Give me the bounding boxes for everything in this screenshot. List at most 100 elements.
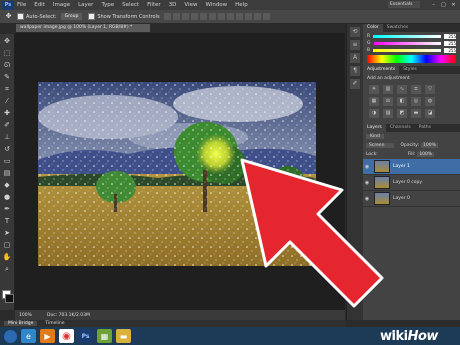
properties-icon[interactable]: ≡ [350, 40, 360, 50]
color-slider-b[interactable]: B 255 [367, 47, 456, 53]
crop-tool-icon[interactable]: ⌗ [2, 84, 12, 94]
media-player-icon[interactable]: ▶ [40, 329, 55, 343]
align-left-icon[interactable] [190, 13, 198, 20]
hand-tool-icon[interactable]: ✋ [2, 252, 12, 262]
tab-swatches[interactable]: Swatches [383, 24, 413, 32]
distribute-middle-icon[interactable] [226, 13, 234, 20]
clone-stamp-tool-icon[interactable]: ⊥ [2, 132, 12, 142]
history-brush-tool-icon[interactable]: ↺ [2, 144, 12, 154]
hue-icon[interactable]: ▦ [369, 97, 379, 106]
move-tool-icon[interactable]: ✥ [2, 36, 12, 46]
tab-adjustments[interactable]: Adjustments [363, 66, 400, 74]
distribute-bottom-icon[interactable] [235, 13, 243, 20]
distribute-left-icon[interactable] [244, 13, 252, 20]
dodge-tool-icon[interactable]: ● [2, 192, 12, 202]
opacity-field[interactable]: 100% [420, 143, 438, 148]
gradient-map-icon[interactable]: ▬ [411, 109, 421, 118]
menu-help[interactable]: Help [235, 2, 248, 8]
posterize-icon[interactable]: ▨ [383, 109, 393, 118]
maximize-button[interactable]: □ [439, 1, 448, 9]
vibrance-icon[interactable]: ▽ [425, 85, 435, 94]
explorer-icon[interactable]: e [21, 329, 36, 343]
align-center-icon[interactable] [199, 13, 207, 20]
history-icon[interactable]: ⟲ [350, 27, 360, 37]
color-slider-g[interactable]: G 255 [367, 40, 456, 46]
brush-presets-icon[interactable]: ✐ [350, 79, 360, 89]
character-icon[interactable]: A [350, 53, 360, 63]
color-slider-r[interactable]: R 255 [367, 33, 456, 39]
tab-timeline[interactable]: Timeline [41, 321, 68, 326]
r-slider[interactable] [373, 34, 441, 38]
marquee-tool-icon[interactable]: ⬚ [2, 48, 12, 58]
pen-tool-icon[interactable]: ✒ [2, 204, 12, 214]
folder-icon[interactable]: ▬ [116, 329, 131, 343]
photoshop-taskbar-icon[interactable]: Ps [78, 329, 93, 343]
menu-3d[interactable]: 3D [169, 2, 177, 8]
blur-tool-icon[interactable]: ◆ [2, 180, 12, 190]
zoom-level[interactable]: 100% [19, 313, 39, 318]
quick-select-tool-icon[interactable]: ✎ [2, 72, 12, 82]
lasso-tool-icon[interactable]: ᘏ [2, 60, 12, 70]
brightness-icon[interactable]: ☀ [369, 85, 379, 94]
menu-window[interactable]: Window [205, 2, 227, 8]
color-spectrum[interactable] [367, 55, 456, 63]
curves-icon[interactable]: ∿ [397, 85, 407, 94]
blend-mode-dropdown[interactable]: Screen [366, 143, 395, 148]
align-bottom-icon[interactable] [181, 13, 189, 20]
menu-edit[interactable]: Edit [34, 2, 45, 8]
3d-rotate-icon[interactable] [262, 13, 270, 20]
auto-select-dropdown[interactable]: Group [60, 13, 83, 20]
selective-color-icon[interactable]: ◪ [425, 109, 435, 118]
move-tool-icon[interactable]: ✥ [4, 12, 13, 21]
minimize-button[interactable]: – [429, 1, 438, 9]
levels-icon[interactable]: ▥ [383, 85, 393, 94]
b-slider[interactable] [373, 48, 441, 52]
menu-select[interactable]: Select [122, 2, 139, 8]
background-color-swatch[interactable] [5, 294, 14, 303]
eyedropper-tool-icon[interactable]: ⁄ [2, 96, 12, 106]
healing-brush-tool-icon[interactable]: ✚ [2, 108, 12, 118]
fill-field[interactable]: 100% [417, 152, 435, 157]
invert-icon[interactable]: ◑ [369, 109, 379, 118]
menu-type[interactable]: Type [101, 2, 114, 8]
files-icon[interactable]: ▦ [97, 329, 112, 343]
threshold-icon[interactable]: ◩ [397, 109, 407, 118]
menu-layer[interactable]: Layer [78, 2, 93, 8]
eraser-tool-icon[interactable]: ▭ [2, 156, 12, 166]
align-top-icon[interactable] [163, 13, 171, 20]
chrome-icon[interactable]: ◉ [59, 329, 74, 343]
auto-select-checkbox[interactable] [17, 13, 24, 20]
paragraph-icon[interactable]: ¶ [350, 66, 360, 76]
tab-mini-bridge[interactable]: Mini Bridge [4, 321, 38, 326]
menu-filter[interactable]: Filter [147, 2, 161, 8]
path-select-tool-icon[interactable]: ➤ [2, 228, 12, 238]
gradient-tool-icon[interactable]: ▤ [2, 168, 12, 178]
black-white-icon[interactable]: ◧ [397, 97, 407, 106]
photo-filter-icon[interactable]: ◎ [411, 97, 421, 106]
start-button-icon[interactable] [4, 329, 17, 343]
align-middle-icon[interactable] [172, 13, 180, 20]
tab-color[interactable]: Color [363, 24, 383, 32]
close-button[interactable]: ✕ [449, 1, 458, 9]
brush-tool-icon[interactable]: ✐ [2, 120, 12, 130]
distribute-top-icon[interactable] [217, 13, 225, 20]
tab-styles[interactable]: Styles [399, 66, 421, 74]
menu-file[interactable]: File [17, 2, 26, 8]
tab-layers[interactable]: Layers [363, 124, 386, 132]
zoom-tool-icon[interactable]: ⌕ [2, 264, 12, 274]
menu-image[interactable]: Image [53, 2, 70, 8]
shape-tool-icon[interactable]: ▢ [2, 240, 12, 250]
exposure-icon[interactable]: ± [411, 85, 421, 94]
channel-mixer-icon[interactable]: ◍ [425, 97, 435, 106]
align-right-icon[interactable] [208, 13, 216, 20]
transform-controls-checkbox[interactable] [88, 13, 96, 20]
kind-label[interactable]: Kind [366, 134, 384, 139]
workspace-switcher[interactable]: Essentials [388, 1, 420, 8]
tab-channels[interactable]: Channels [386, 124, 415, 132]
g-slider[interactable] [373, 41, 441, 45]
document-tab[interactable]: wallpaper image.jpg @ 100% (Layer 1, RGB… [16, 24, 150, 32]
menu-view[interactable]: View [184, 2, 197, 8]
type-tool-icon[interactable]: T [2, 216, 12, 226]
tab-paths[interactable]: Paths [415, 124, 435, 132]
color-balance-icon[interactable]: ⚖ [383, 97, 393, 106]
